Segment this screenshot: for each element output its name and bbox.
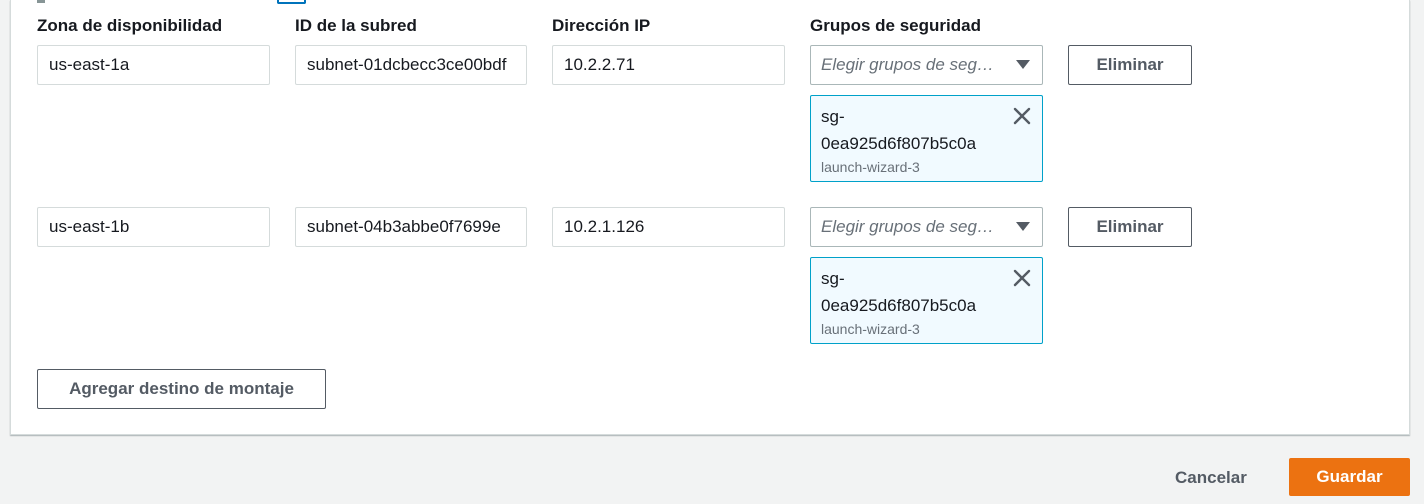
zone-field[interactable]: us-east-1b <box>37 207 270 247</box>
caret-down-icon <box>1016 60 1030 69</box>
subnet-field[interactable]: subnet-04b3abbe0f7699e <box>295 207 527 247</box>
security-group-token: sg- 0ea925d6f807b5c0a launch-wizard-3 <box>810 95 1043 182</box>
checkbox[interactable] <box>277 0 306 4</box>
token-group-name: launch-wizard-3 <box>821 321 920 337</box>
header-ip: Dirección IP <box>552 16 651 35</box>
remove-button[interactable]: Eliminar <box>1068 45 1192 85</box>
security-group-token: sg- 0ea925d6f807b5c0a launch-wizard-3 <box>810 257 1043 344</box>
select-placeholder: Elegir grupos de seg… <box>821 217 994 236</box>
caret-down-icon <box>1016 222 1030 231</box>
token-group-id: sg- 0ea925d6f807b5c0a <box>821 107 977 153</box>
security-groups-select[interactable]: Elegir grupos de seg… <box>810 45 1043 85</box>
header-subnet: ID de la subred <box>295 16 417 35</box>
ip-address-input[interactable]: 10.2.1.126 <box>552 207 785 247</box>
save-button[interactable]: Guardar <box>1289 458 1410 496</box>
mount-targets-panel: Zona de disponibilidad ID de la subred D… <box>10 0 1410 435</box>
header-zone: Zona de disponibilidad <box>37 16 223 35</box>
zone-field[interactable]: us-east-1a <box>37 45 270 85</box>
remove-button[interactable]: Eliminar <box>1068 207 1192 247</box>
header-security-groups: Grupos de seguridad <box>810 16 981 35</box>
token-group-id: sg- 0ea925d6f807b5c0a <box>821 269 977 315</box>
ip-address-input[interactable]: 10.2.2.71 <box>552 45 785 85</box>
cancel-button[interactable]: Cancelar <box>1175 468 1247 488</box>
token-group-name: launch-wizard-3 <box>821 159 920 175</box>
partial-label <box>37 0 45 3</box>
select-placeholder: Elegir grupos de seg… <box>821 55 994 74</box>
subnet-field[interactable]: subnet-01dcbecc3ce00bdf <box>295 45 527 85</box>
security-groups-select[interactable]: Elegir grupos de seg… <box>810 207 1043 247</box>
close-icon[interactable] <box>1012 106 1032 126</box>
close-icon[interactable] <box>1012 268 1032 288</box>
add-mount-target-button[interactable]: Agregar destino de montaje <box>37 369 326 409</box>
